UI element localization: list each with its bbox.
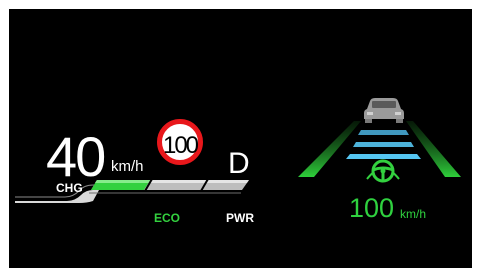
left-lane-line [298, 121, 361, 177]
right-lane-line [406, 121, 461, 177]
driver-assist-display [298, 98, 461, 183]
lead-vehicle-icon [364, 98, 404, 123]
steering-wheel-icon [366, 159, 400, 183]
distance-bar [358, 130, 409, 135]
set-speed-unit: km/h [400, 207, 427, 221]
instrument-cluster-screen: 40 km/h 100 D CHG ECO PWR 100 km/h [9, 9, 472, 268]
distance-bar [353, 142, 414, 147]
set-speed-value: 100 [349, 193, 395, 223]
distance-bar [346, 154, 421, 159]
